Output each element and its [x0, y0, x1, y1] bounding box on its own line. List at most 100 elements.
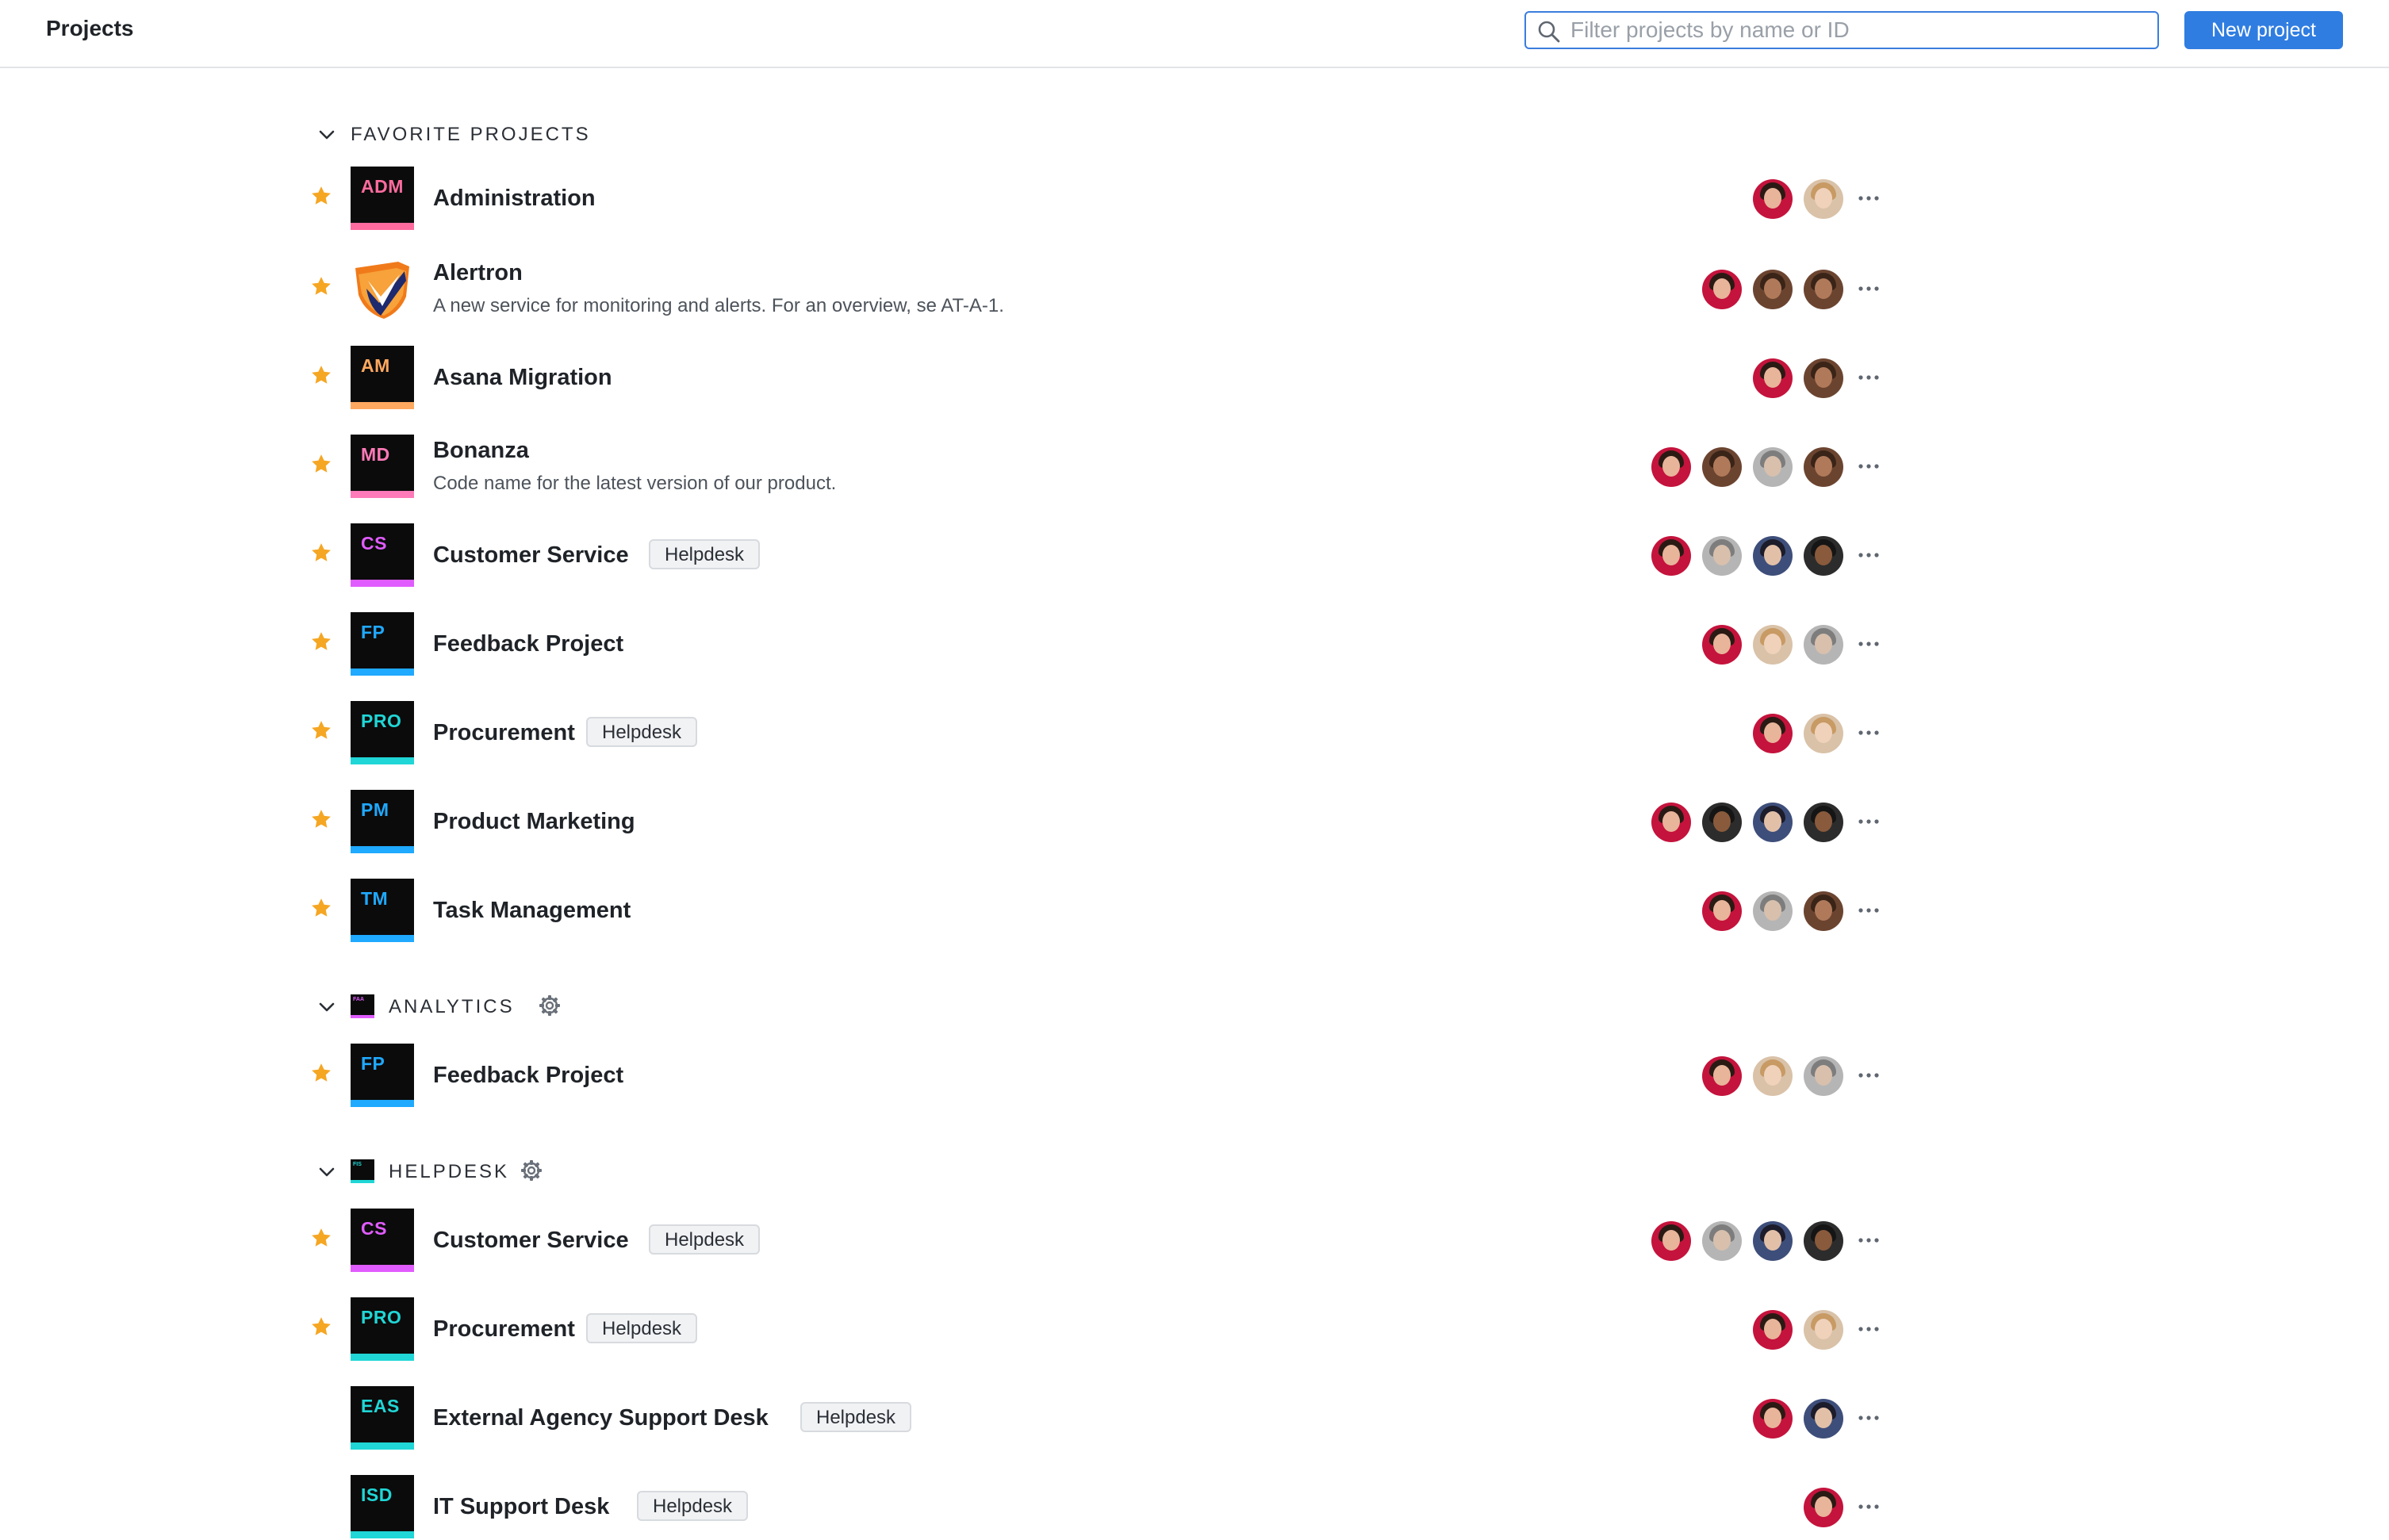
project-row[interactable]: PRO Procurement Helpdesk	[309, 699, 2054, 766]
project-name[interactable]: Procurement	[433, 1316, 575, 1343]
avatar[interactable]	[1804, 447, 1843, 487]
project-row[interactable]: PRO Procurement Helpdesk	[309, 1296, 2054, 1362]
project-name[interactable]: Asana Migration	[433, 365, 612, 391]
avatar[interactable]	[1753, 714, 1793, 753]
avatar[interactable]	[1804, 1221, 1843, 1261]
project-row[interactable]: CS Customer Service Helpdesk	[309, 522, 2054, 588]
avatar[interactable]	[1804, 891, 1843, 931]
project-row[interactable]: CS Customer Service Helpdesk	[309, 1207, 2054, 1274]
gear-icon[interactable]	[519, 1158, 544, 1183]
project-row[interactable]: TM Task Management	[309, 877, 2054, 944]
avatar[interactable]	[1753, 536, 1793, 576]
new-project-button[interactable]: New project	[2184, 11, 2343, 49]
avatar[interactable]	[1702, 447, 1742, 487]
project-row[interactable]: MD Bonanza Code name for the latest versio…	[309, 433, 2054, 500]
chevron-down-icon[interactable]	[317, 998, 336, 1017]
star-icon[interactable]	[309, 630, 333, 653]
star-icon[interactable]	[309, 718, 333, 742]
more-options-icon[interactable]	[1853, 362, 1885, 393]
avatar[interactable]	[1753, 891, 1793, 931]
avatar[interactable]	[1804, 1310, 1843, 1350]
avatar[interactable]	[1702, 625, 1742, 665]
more-options-icon[interactable]	[1853, 1313, 1885, 1345]
chevron-down-icon[interactable]	[317, 125, 336, 144]
more-options-icon[interactable]	[1853, 806, 1885, 837]
avatar[interactable]	[1804, 358, 1843, 398]
avatar[interactable]	[1702, 1056, 1742, 1096]
avatar[interactable]	[1702, 891, 1742, 931]
project-row[interactable]: PM Product Marketing	[309, 788, 2054, 855]
project-name[interactable]: IT Support Desk	[433, 1494, 609, 1520]
star-icon[interactable]	[309, 1226, 333, 1250]
avatar[interactable]	[1651, 803, 1691, 842]
avatar[interactable]	[1753, 447, 1793, 487]
avatar[interactable]	[1651, 447, 1691, 487]
more-options-icon[interactable]	[1853, 1224, 1885, 1256]
avatar[interactable]	[1753, 270, 1793, 309]
project-name[interactable]: Alertron	[433, 260, 523, 286]
star-icon[interactable]	[309, 274, 333, 298]
star-icon[interactable]	[309, 452, 333, 476]
avatar[interactable]	[1702, 536, 1742, 576]
avatar[interactable]	[1804, 1399, 1843, 1438]
more-options-icon[interactable]	[1853, 628, 1885, 660]
project-row[interactable]: FP Feedback Project	[309, 611, 2054, 677]
project-name[interactable]: Customer Service	[433, 1228, 629, 1254]
avatar[interactable]	[1804, 1488, 1843, 1527]
project-row[interactable]: EAS External Agency Support Desk Helpdesk	[309, 1385, 2054, 1451]
avatar[interactable]	[1804, 270, 1843, 309]
more-options-icon[interactable]	[1853, 1059, 1885, 1091]
project-name[interactable]: Feedback Project	[433, 1063, 623, 1089]
avatar[interactable]	[1753, 803, 1793, 842]
more-options-icon[interactable]	[1853, 895, 1885, 926]
avatar[interactable]	[1804, 803, 1843, 842]
project-row[interactable]: FP Feedback Project	[309, 1042, 2054, 1109]
project-name[interactable]: Customer Service	[433, 542, 629, 569]
search-input[interactable]	[1570, 17, 2142, 43]
more-options-icon[interactable]	[1853, 539, 1885, 571]
avatar[interactable]	[1753, 1399, 1793, 1438]
more-options-icon[interactable]	[1853, 273, 1885, 305]
more-options-icon[interactable]	[1853, 1491, 1885, 1523]
project-row[interactable]: AM Asana Migration	[309, 344, 2054, 411]
star-icon[interactable]	[309, 807, 333, 831]
avatar[interactable]	[1753, 625, 1793, 665]
avatar[interactable]	[1804, 714, 1843, 753]
avatar[interactable]	[1753, 358, 1793, 398]
avatar[interactable]	[1804, 536, 1843, 576]
avatar[interactable]	[1753, 1221, 1793, 1261]
star-icon[interactable]	[309, 1061, 333, 1085]
project-row[interactable]: ADM Administration	[309, 165, 2054, 232]
project-name[interactable]: External Agency Support Desk	[433, 1405, 769, 1431]
star-icon[interactable]	[309, 363, 333, 387]
star-icon[interactable]	[309, 1315, 333, 1339]
avatar[interactable]	[1804, 179, 1843, 219]
more-options-icon[interactable]	[1853, 182, 1885, 214]
project-name[interactable]: Procurement	[433, 720, 575, 746]
project-row[interactable]: Alertron A new service for monitoring and…	[309, 255, 2054, 322]
star-icon[interactable]	[309, 896, 333, 920]
avatar[interactable]	[1753, 1310, 1793, 1350]
avatar[interactable]	[1753, 1056, 1793, 1096]
project-name[interactable]: Administration	[433, 186, 596, 212]
gear-icon[interactable]	[537, 993, 562, 1018]
star-icon[interactable]	[309, 184, 333, 208]
project-name[interactable]: Feedback Project	[433, 631, 623, 657]
avatar[interactable]	[1651, 536, 1691, 576]
project-name[interactable]: Task Management	[433, 898, 631, 924]
avatar[interactable]	[1702, 1221, 1742, 1261]
more-options-icon[interactable]	[1853, 717, 1885, 749]
search-box[interactable]	[1524, 11, 2159, 49]
avatar[interactable]	[1702, 803, 1742, 842]
chevron-down-icon[interactable]	[317, 1163, 336, 1182]
project-row[interactable]: ISD IT Support Desk Helpdesk	[309, 1473, 2054, 1540]
more-options-icon[interactable]	[1853, 1402, 1885, 1434]
project-name[interactable]: Product Marketing	[433, 809, 635, 835]
avatar[interactable]	[1753, 179, 1793, 219]
avatar[interactable]	[1702, 270, 1742, 309]
more-options-icon[interactable]	[1853, 450, 1885, 482]
project-name[interactable]: Bonanza	[433, 438, 529, 464]
avatar[interactable]	[1651, 1221, 1691, 1261]
avatar[interactable]	[1804, 1056, 1843, 1096]
star-icon[interactable]	[309, 541, 333, 565]
